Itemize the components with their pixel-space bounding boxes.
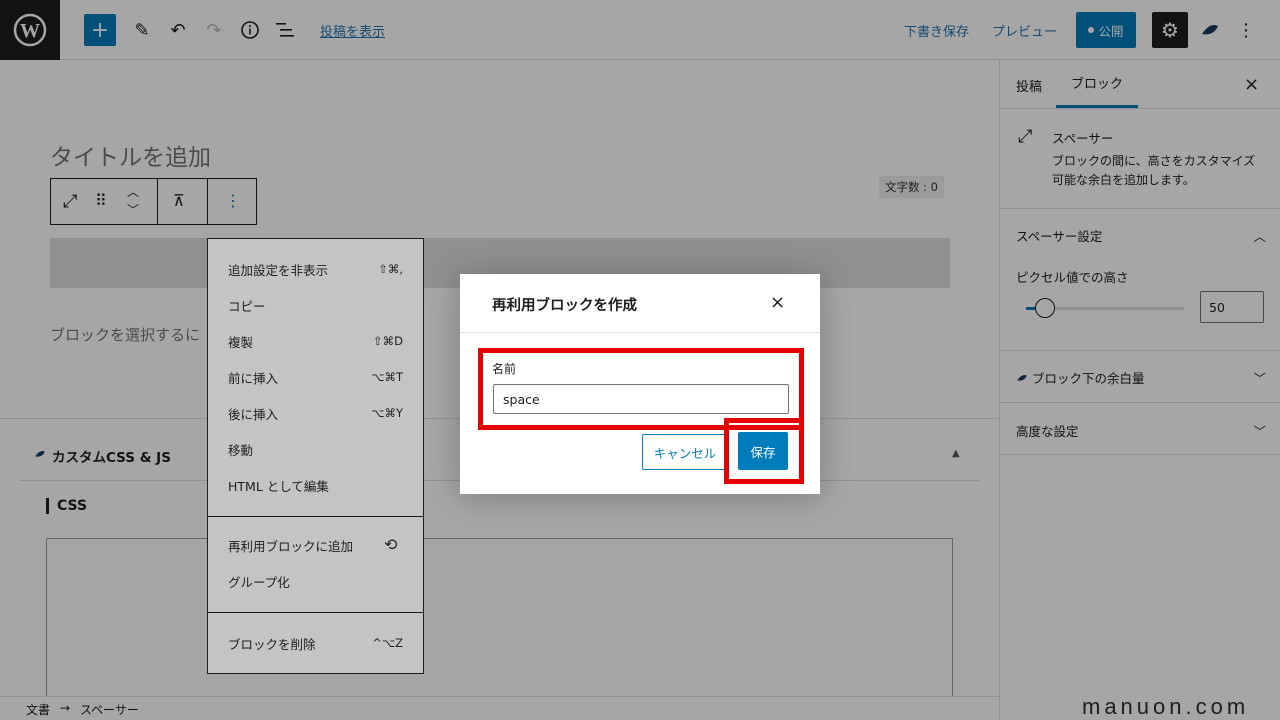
- menu-item-shortcut: ⇧⌘D: [373, 334, 403, 348]
- menu-item-label: 前に挿入: [228, 370, 279, 386]
- menu-item[interactable]: ブロックを削除 ^⌥Z: [228, 633, 403, 653]
- menu-item-label: ブロックを削除: [228, 636, 316, 652]
- dialog-title: 再利用ブロックを作成: [492, 298, 637, 314]
- menu-item[interactable]: 再利用ブロックに追加: [228, 535, 403, 555]
- menu-item[interactable]: 後に挿入 ⌥⌘Y: [228, 403, 403, 423]
- menu-item-shortcut: ⌥⌘Y: [371, 406, 403, 420]
- menu-item[interactable]: コピー: [228, 295, 403, 315]
- menu-item[interactable]: グループ化: [228, 571, 403, 591]
- name-label: 名前: [492, 362, 517, 376]
- cancel-button[interactable]: キャンセル: [642, 434, 728, 470]
- menu-item-label: 移動: [228, 442, 254, 458]
- menu-item-label: 追加設定を非表示: [228, 262, 329, 278]
- menu-item[interactable]: 複製 ⇧⌘D: [228, 331, 403, 351]
- menu-item-shortcut: ⌥⌘T: [371, 370, 403, 384]
- create-reusable-block-dialog: 再利用ブロックを作成 × 名前 space キャンセル 保存: [460, 274, 820, 494]
- menu-item[interactable]: HTML として編集: [228, 475, 403, 495]
- block-options-menu: 追加設定を非表示 ⇧⌘, コピー複製 ⇧⌘D 前に挿入 ⌥⌘T 後に挿入 ⌥⌘Y 移動 HTML …: [207, 238, 424, 674]
- save-button[interactable]: 保存: [738, 432, 788, 470]
- menu-item-label: 再利用ブロックに追加: [228, 538, 354, 554]
- menu-item[interactable]: 移動: [228, 439, 403, 459]
- menu-item[interactable]: 追加設定を非表示 ⇧⌘,: [228, 259, 403, 279]
- menu-item-label: グループ化: [228, 574, 290, 590]
- name-input[interactable]: space: [493, 384, 789, 414]
- menu-item-shortcut: ⇧⌘,: [378, 262, 403, 276]
- menu-item-label: HTML として編集: [228, 478, 329, 494]
- save-label: 保存: [750, 444, 776, 460]
- menu-item-shortcut: ^⌥Z: [372, 636, 403, 650]
- menu-item-label: 複製: [228, 334, 254, 350]
- reusable-icon: ⟲: [384, 535, 398, 554]
- dialog-close-icon[interactable]: ×: [770, 292, 785, 313]
- name-input-value: space: [503, 391, 540, 407]
- menu-item[interactable]: 前に挿入 ⌥⌘T: [228, 367, 403, 387]
- watermark: manuon.com: [1082, 694, 1250, 719]
- cancel-label: キャンセル: [653, 445, 717, 461]
- menu-item-label: コピー: [228, 298, 266, 314]
- menu-item-label: 後に挿入: [228, 406, 279, 422]
